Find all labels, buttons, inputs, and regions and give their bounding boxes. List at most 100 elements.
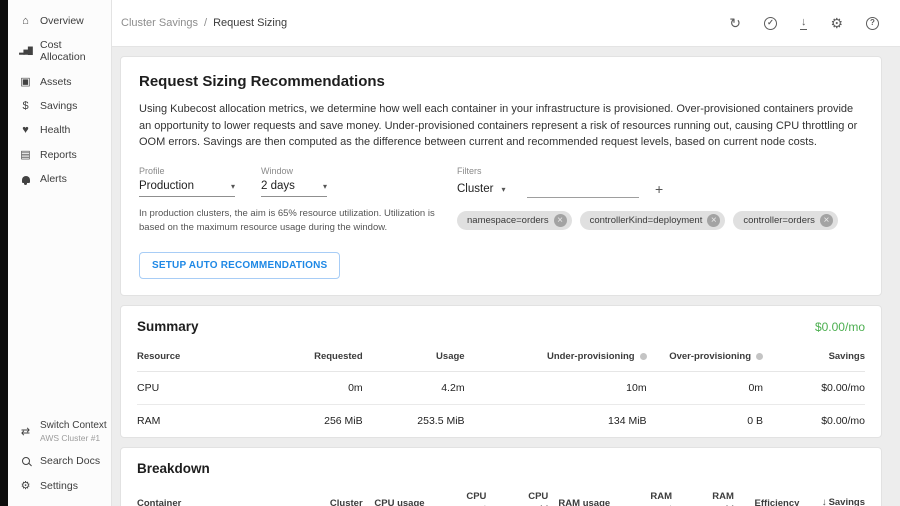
info-icon[interactable] — [756, 353, 763, 360]
cell-resource: RAM — [137, 404, 239, 437]
settings-label: Settings — [40, 480, 78, 492]
cell-resource: CPU — [137, 371, 239, 404]
cell-usage: 4.2m — [363, 371, 465, 404]
sidebar-item-cost-allocation[interactable]: ▂▅█ Cost Allocation — [8, 33, 111, 69]
chip-close-icon[interactable]: × — [554, 214, 567, 227]
sort-descending-icon: ↓ — [822, 497, 827, 506]
summary-title: Summary — [137, 319, 199, 334]
profile-field: Profile Production ▾ — [139, 166, 235, 197]
breakdown-title: Breakdown — [137, 461, 210, 476]
cell-usage: 253.5 MiB — [363, 404, 465, 437]
col-ram-usage[interactable]: RAM usage — [548, 482, 610, 506]
col-savings-sorted[interactable]: ↓Savings — [799, 482, 865, 506]
profile-value: Production — [139, 180, 194, 192]
summary-total-savings: $0.00/mo — [815, 320, 865, 334]
filter-value-input[interactable] — [527, 180, 639, 198]
info-icon[interactable] — [640, 353, 647, 360]
sidebar-item-savings[interactable]: $ Savings — [8, 94, 111, 118]
chevron-down-icon: ▾ — [231, 182, 235, 191]
filter-type-select[interactable]: Cluster ▾ — [457, 183, 515, 198]
cell-requested: 0m — [239, 371, 363, 404]
sidebar-nav: ⌂ Overview ▂▅█ Cost Allocation ▣ Assets … — [8, 9, 111, 191]
col-cpu-usage[interactable]: CPU usage — [363, 482, 425, 506]
col-resource: Resource — [137, 342, 239, 372]
switch-context-label: Switch Context — [40, 420, 107, 431]
sidebar-item-label: Overview — [40, 15, 84, 27]
topbar-icons: ↻ ✓ ↓ ⚙ ? — [729, 16, 879, 30]
sidebar-switch-context[interactable]: ⇄ Switch Context AWS Cluster #1 — [8, 414, 111, 449]
download-icon[interactable]: ↓ — [800, 17, 808, 30]
screen-edge — [0, 0, 8, 506]
setup-auto-recommendations-button[interactable]: SETUP AUTO RECOMMENDATIONS — [139, 252, 340, 279]
window-select[interactable]: 2 days ▾ — [261, 180, 327, 197]
sidebar-footer: ⇄ Switch Context AWS Cluster #1 Search D… — [8, 414, 111, 498]
health-icon: ♥ — [19, 124, 32, 136]
chip-label: namespace=orders — [467, 215, 549, 226]
gear-icon[interactable]: ⚙ — [830, 16, 843, 30]
col-cpu-recommended[interactable]: CPU recomm'd — [486, 482, 548, 506]
sidebar-item-label: Savings — [40, 100, 77, 112]
sidebar-item-label: Reports — [40, 149, 77, 161]
profile-select[interactable]: Production ▾ — [139, 180, 235, 197]
chip-close-icon[interactable]: × — [820, 214, 833, 227]
filter-builder: Cluster ▾ + — [457, 180, 863, 198]
col-container[interactable]: Container — [137, 482, 261, 506]
page-content: Request Sizing Recommendations Using Kub… — [112, 47, 900, 506]
dollar-icon: $ — [19, 100, 32, 112]
profile-note: In production clusters, the aim is 65% r… — [139, 207, 447, 236]
controls-row: Profile Production ▾ Window 2 days — [139, 166, 863, 236]
filters-label: Filters — [457, 166, 863, 176]
col-cluster[interactable]: Cluster — [261, 482, 363, 506]
sidebar-item-reports[interactable]: ▤ Reports — [8, 142, 111, 167]
col-ram-request[interactable]: RAM request — [610, 482, 672, 506]
sidebar-item-alerts[interactable]: Alerts — [8, 167, 111, 191]
cell-over: 0m — [647, 371, 763, 404]
breakdown-table: Container Cluster CPU usage CPU request … — [137, 482, 865, 506]
window-label: Window — [261, 166, 327, 176]
add-filter-button[interactable]: + — [655, 182, 663, 198]
request-sizing-card: Request Sizing Recommendations Using Kub… — [120, 56, 882, 296]
search-docs-label: Search Docs — [40, 455, 100, 467]
sidebar-item-overview[interactable]: ⌂ Overview — [8, 9, 111, 33]
breadcrumb: Cluster Savings / Request Sizing — [121, 17, 287, 29]
check-circle-icon[interactable]: ✓ — [764, 17, 777, 30]
sidebar-settings[interactable]: ⚙ Settings — [8, 473, 111, 498]
topbar: Cluster Savings / Request Sizing ↻ ✓ ↓ ⚙… — [112, 0, 900, 47]
profile-label: Profile — [139, 166, 235, 176]
assets-icon: ▣ — [19, 75, 32, 88]
col-efficiency[interactable]: Efficiency — [734, 482, 800, 506]
sidebar-search-docs[interactable]: Search Docs — [8, 449, 111, 473]
breadcrumb-cluster-savings[interactable]: Cluster Savings — [121, 17, 198, 29]
cell-savings: $0.00/mo — [763, 404, 865, 437]
app-root: ⌂ Overview ▂▅█ Cost Allocation ▣ Assets … — [0, 0, 900, 506]
page-title: Request Sizing Recommendations — [139, 73, 863, 90]
sidebar-item-label: Assets — [40, 76, 72, 88]
cell-savings: $0.00/mo — [763, 371, 865, 404]
breakdown-card: Breakdown Container Cluster CPU usage CP… — [120, 447, 882, 506]
breadcrumb-separator: / — [204, 17, 207, 29]
refresh-icon[interactable]: ↻ — [729, 16, 741, 30]
col-cpu-request[interactable]: CPU request — [425, 482, 487, 506]
cell-over: 0 B — [647, 404, 763, 437]
chip-label: controllerKind=deployment — [590, 215, 703, 226]
col-ram-recommended[interactable]: RAM recomm'd — [672, 482, 734, 506]
cell-under: 134 MiB — [465, 404, 647, 437]
cell-requested: 256 MiB — [239, 404, 363, 437]
sidebar-item-assets[interactable]: ▣ Assets — [8, 69, 111, 94]
col-savings: Savings — [763, 342, 865, 372]
chip-label: controller=orders — [743, 215, 815, 226]
col-usage: Usage — [363, 342, 465, 372]
sidebar-item-health[interactable]: ♥ Health — [8, 118, 111, 142]
summary-table: Resource Requested Usage Under-provision… — [137, 342, 865, 437]
page-description: Using Kubecost allocation metrics, we de… — [139, 101, 863, 151]
chip-close-icon[interactable]: × — [707, 214, 720, 227]
bar-chart-icon: ▂▅█ — [19, 47, 32, 55]
sidebar-item-label: Health — [40, 124, 70, 136]
filter-chip: controllerKind=deployment × — [580, 211, 726, 230]
help-icon[interactable]: ? — [866, 17, 879, 30]
cell-under: 10m — [465, 371, 647, 404]
current-cluster-label: AWS Cluster #1 — [40, 433, 107, 443]
search-icon — [19, 457, 32, 465]
col-requested: Requested — [239, 342, 363, 372]
col-under-provisioning: Under-provisioning — [465, 342, 647, 372]
